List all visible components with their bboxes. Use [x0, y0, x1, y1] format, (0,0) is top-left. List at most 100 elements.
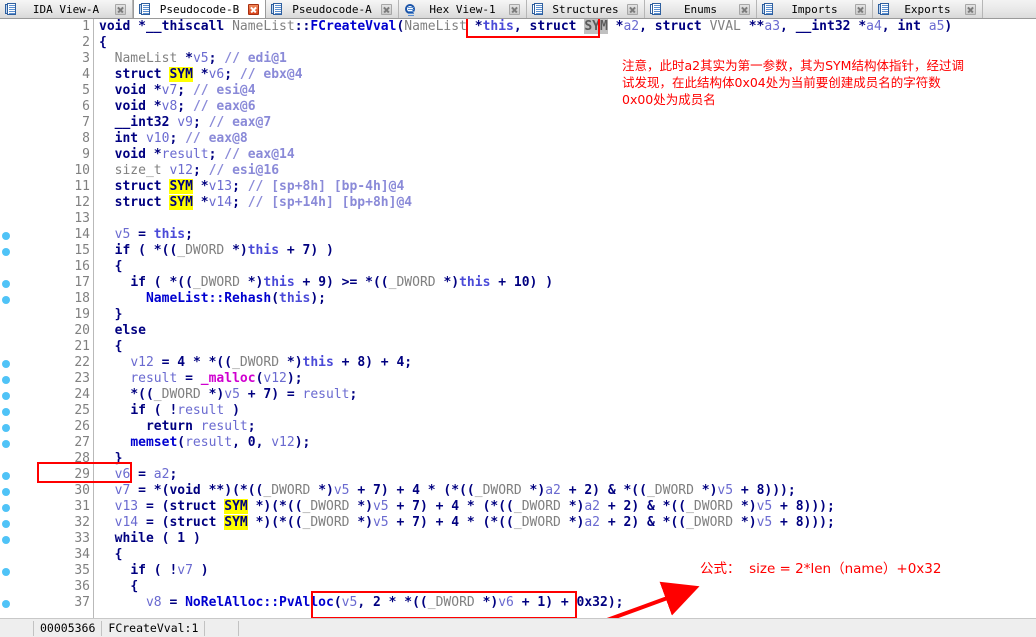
tab-close-icon[interactable]	[381, 3, 392, 15]
code-line[interactable]: 30 v7 = *(void **)(*((_DWORD *)v5 + 7) +…	[0, 483, 1036, 499]
code-text[interactable]: else	[99, 323, 146, 339]
breakpoint-dot-icon[interactable]	[2, 520, 10, 528]
code-line[interactable]: 25 if ( !result )	[0, 403, 1036, 419]
tab-structures[interactable]: Structures	[527, 0, 645, 18]
tab-close-icon[interactable]	[965, 3, 976, 15]
code-text[interactable]: {	[99, 35, 107, 51]
breakpoint-dot-icon[interactable]	[2, 392, 10, 400]
code-line[interactable]: 16 {	[0, 259, 1036, 275]
code-text[interactable]: v13 = (struct SYM *)(*((_DWORD *)v5 + 7)…	[99, 499, 835, 515]
breakpoint-dot-icon[interactable]	[2, 408, 10, 416]
code-text[interactable]: v7 = *(void **)(*((_DWORD *)v5 + 7) + 4 …	[99, 483, 796, 499]
code-text[interactable]: int v10; // eax@8	[99, 131, 248, 147]
tab-close-icon[interactable]	[115, 3, 126, 15]
breakpoint-dot-icon[interactable]	[2, 504, 10, 512]
code-line[interactable]: 15 if ( *((_DWORD *)this + 7) )	[0, 243, 1036, 259]
code-line[interactable]: 28 }	[0, 451, 1036, 467]
code-line[interactable]: 24 *((_DWORD *)v5 + 7) = result;	[0, 387, 1036, 403]
tab-close-icon[interactable]	[855, 3, 866, 15]
code-text[interactable]: while ( 1 )	[99, 531, 201, 547]
line-number: 34	[74, 547, 90, 562]
code-line[interactable]: 8 int v10; // eax@8	[0, 131, 1036, 147]
code-text[interactable]: void *result; // eax@14	[99, 147, 295, 163]
breakpoint-dot-icon[interactable]	[2, 248, 10, 256]
code-line[interactable]: 11 struct SYM *v13; // [sp+8h] [bp-4h]@4	[0, 179, 1036, 195]
breakpoint-dot-icon[interactable]	[2, 472, 10, 480]
code-line[interactable]: 23 result = _malloc(v12);	[0, 371, 1036, 387]
code-text[interactable]: size_t v12; // esi@16	[99, 163, 279, 179]
tab-imports[interactable]: Imports	[757, 0, 873, 18]
breakpoint-dot-icon[interactable]	[2, 424, 10, 432]
breakpoint-dot-icon[interactable]	[2, 536, 10, 544]
tab-close-icon[interactable]	[627, 3, 638, 15]
breakpoint-dot-icon[interactable]	[2, 232, 10, 240]
breakpoint-dot-icon[interactable]	[2, 280, 10, 288]
code-text[interactable]: v14 = (struct SYM *)(*((_DWORD *)v5 + 7)…	[99, 515, 835, 531]
tab-pseudocode-b[interactable]: Pseudocode-B	[133, 0, 266, 18]
code-text[interactable]: {	[99, 579, 138, 595]
code-line[interactable]: 12 struct SYM *v14; // [sp+14h] [bp+8h]@…	[0, 195, 1036, 211]
code-text[interactable]: struct SYM *v6; // ebx@4	[99, 67, 303, 83]
code-text[interactable]: *((_DWORD *)v5 + 7) = result;	[99, 387, 357, 403]
tab-enums[interactable]: Enums	[645, 0, 757, 18]
code-text[interactable]: NameList *v5; // edi@1	[99, 51, 287, 67]
code-text[interactable]: if ( !result )	[99, 403, 240, 419]
breakpoint-dot-icon[interactable]	[2, 568, 10, 576]
code-line[interactable]: 10 size_t v12; // esi@16	[0, 163, 1036, 179]
code-line[interactable]: 32 v14 = (struct SYM *)(*((_DWORD *)v5 +…	[0, 515, 1036, 531]
param-a2-box	[466, 19, 600, 38]
code-text[interactable]: __int32 v9; // eax@7	[99, 115, 272, 131]
code-line[interactable]: 21 {	[0, 339, 1036, 355]
code-line[interactable]: 20 else	[0, 323, 1036, 339]
code-text[interactable]: void *v8; // eax@6	[99, 99, 256, 115]
tab-close-icon[interactable]	[509, 3, 520, 15]
code-line[interactable]: 9 void *result; // eax@14	[0, 147, 1036, 163]
breakpoint-dot-icon[interactable]	[2, 600, 10, 608]
line-number: 3	[82, 51, 90, 66]
code-text[interactable]: v12 = 4 * *((_DWORD *)this + 8) + 4;	[99, 355, 412, 371]
breakpoint-dot-icon[interactable]	[2, 440, 10, 448]
code-text[interactable]: struct SYM *v13; // [sp+8h] [bp-4h]@4	[99, 179, 404, 195]
code-text[interactable]: NameList::Rehash(this);	[99, 291, 326, 307]
tab-close-icon[interactable]	[248, 3, 259, 15]
code-line[interactable]: 27 memset(result, 0, v12);	[0, 435, 1036, 451]
code-text[interactable]: {	[99, 339, 123, 355]
code-line[interactable]: 29 v6 = a2;	[0, 467, 1036, 483]
code-line[interactable]: 22 v12 = 4 * *((_DWORD *)this + 8) + 4;	[0, 355, 1036, 371]
code-text[interactable]: {	[99, 259, 123, 275]
code-text[interactable]: memset(result, 0, v12);	[99, 435, 310, 451]
code-text[interactable]: if ( *((_DWORD *)this + 7) )	[99, 243, 334, 259]
tab-pseudocode-a[interactable]: Pseudocode-A	[266, 0, 399, 18]
tab-ida-view-a[interactable]: IDA View-A	[0, 0, 133, 18]
breakpoint-dot-icon[interactable]	[2, 296, 10, 304]
code-line[interactable]: 26 return result;	[0, 419, 1036, 435]
code-line[interactable]: 19 }	[0, 307, 1036, 323]
code-text[interactable]: void *v7; // esi@4	[99, 83, 256, 99]
code-line[interactable]: 17 if ( *((_DWORD *)this + 9) >= *((_DWO…	[0, 275, 1036, 291]
pseudocode-view[interactable]: 1 void *__thiscall NameList::FCreateVval(…	[0, 19, 1036, 618]
tab-exports[interactable]: Exports	[873, 0, 983, 18]
code-text[interactable]: result = _malloc(v12);	[99, 371, 302, 387]
code-line[interactable]: 18 NameList::Rehash(this);	[0, 291, 1036, 307]
breakpoint-dot-icon[interactable]	[2, 376, 10, 384]
breakpoint-dot-icon[interactable]	[2, 488, 10, 496]
code-line[interactable]: 31 v13 = (struct SYM *)(*((_DWORD *)v5 +…	[0, 499, 1036, 515]
code-text[interactable]: }	[99, 307, 123, 323]
code-line[interactable]: 7 __int32 v9; // eax@7	[0, 115, 1036, 131]
tab-close-icon[interactable]	[739, 3, 750, 15]
line-number: 35	[74, 563, 90, 578]
tab-hex-view-1[interactable]: Hex View-1	[399, 0, 527, 18]
code-text[interactable]: struct SYM *v14; // [sp+14h] [bp+8h]@4	[99, 195, 412, 211]
line-number: 33	[74, 531, 90, 546]
code-text[interactable]: if ( *((_DWORD *)this + 9) >= *((_DWORD …	[99, 275, 553, 291]
code-text[interactable]: {	[99, 547, 123, 563]
code-text[interactable]: return result;	[99, 419, 256, 435]
code-line[interactable]: 33 while ( 1 )	[0, 531, 1036, 547]
breakpoint-dot-icon[interactable]	[2, 360, 10, 368]
code-line[interactable]: 14 v5 = this;	[0, 227, 1036, 243]
code-text[interactable]: if ( !v7 )	[99, 563, 208, 579]
code-text[interactable]: v5 = this;	[99, 227, 193, 243]
code-line[interactable]: 13	[0, 211, 1036, 227]
line-number: 8	[82, 131, 90, 146]
line-number: 12	[74, 195, 90, 210]
